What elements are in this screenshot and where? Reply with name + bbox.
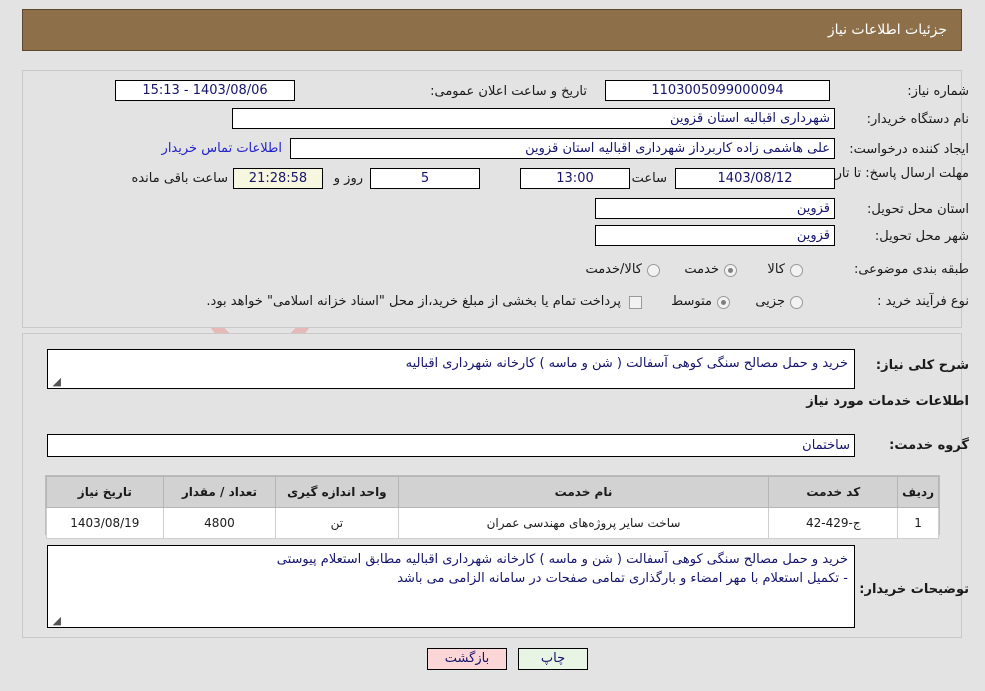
category-radio-kala-khedmat[interactable] xyxy=(647,264,660,277)
remaining-days-value: 5 xyxy=(370,168,480,189)
process-label-jozii: جزیی xyxy=(755,294,785,309)
need-number-label: شماره نیاز: xyxy=(907,84,969,99)
th-service-code: کد خدمت xyxy=(768,476,899,508)
cell-row-number: 1 xyxy=(897,507,939,539)
cell-service-code: ج-429-42 xyxy=(768,507,899,539)
category-label-kala: کالا xyxy=(767,262,785,277)
deadline-time-value: 13:00 xyxy=(520,168,630,189)
deadline-date-value: 1403/08/12 xyxy=(675,168,835,189)
announcement-datetime-label: تاریخ و ساعت اعلان عمومی: xyxy=(430,84,587,99)
category-label-kala-khedmat: کالا/خدمت xyxy=(585,262,642,277)
treasury-documents-checkbox[interactable] xyxy=(629,296,642,309)
th-need-date: تاریخ نیاز xyxy=(46,476,164,508)
buyer-notes-textarea[interactable]: خرید و حمل مصالح سنگی کوهی آسفالت ( شن و… xyxy=(47,545,855,628)
buyer-notes-line-1: خرید و حمل مصالح سنگی کوهی آسفالت ( شن و… xyxy=(276,552,848,567)
delivery-province-value: قزوین xyxy=(595,198,835,219)
page-header-bar: جزئیات اطلاعات نیاز xyxy=(22,9,962,51)
buyer-organization-value: شهرداری اقبالیه استان قزوین xyxy=(232,108,835,129)
cell-quantity: 4800 xyxy=(162,507,277,539)
category-label-khedmat: خدمت xyxy=(684,262,719,277)
requester-label: ایجاد کننده درخواست: xyxy=(849,142,969,157)
general-description-textarea[interactable]: خرید و حمل مصالح سنگی کوهی آسفالت ( شن و… xyxy=(47,349,855,389)
days-and-word-label: روز و xyxy=(333,171,363,186)
cell-unit: تن xyxy=(275,507,399,539)
treasury-documents-note: پرداخت تمام یا بخشی از مبلغ خرید،از محل … xyxy=(206,294,621,309)
buyer-notes-line-2: - تکمیل استعلام با مهر امضاء و بارگذاری … xyxy=(397,571,848,586)
announcement-datetime-value: 15:13 - 1403/08/06 xyxy=(115,80,295,101)
buyer-notes-label: توضیحات خریدار: xyxy=(859,582,969,597)
resize-grip-icon[interactable]: ◢ xyxy=(51,376,61,387)
buyer-contact-link[interactable]: اطلاعات تماس خریدار xyxy=(162,141,282,156)
service-group-value: ساختمان xyxy=(47,434,855,457)
page-title: جزئیات اطلاعات نیاز xyxy=(827,22,947,38)
process-label-motavaset: متوسط xyxy=(671,294,712,309)
hour-word-label: ساعت xyxy=(631,171,667,186)
back-button[interactable]: بازگشت xyxy=(427,648,507,670)
table-header-row: ردیف کد خدمت نام خدمت واحد اندازه گیری ت… xyxy=(46,476,939,508)
purchase-process-label: نوع فرآیند خرید : xyxy=(877,294,969,309)
buyer-organization-label: نام دستگاه خریدار: xyxy=(866,112,969,127)
process-radio-motavaset[interactable] xyxy=(717,296,730,309)
th-quantity: تعداد / مقدار xyxy=(162,476,277,508)
general-description-label: شرح کلی نیاز: xyxy=(875,358,969,373)
category-radio-kala[interactable] xyxy=(790,264,803,277)
th-unit: واحد اندازه گیری xyxy=(275,476,399,508)
process-radio-jozii[interactable] xyxy=(790,296,803,309)
requester-value: علی هاشمی زاده کاربرداز شهرداری اقبالیه … xyxy=(290,138,835,159)
response-deadline-label: مهلت ارسال پاسخ: تا تاریخ: xyxy=(819,166,969,181)
remaining-time-countdown: 21:28:58 xyxy=(233,168,323,189)
items-table: ردیف کد خدمت نام خدمت واحد اندازه گیری ت… xyxy=(46,476,939,539)
cell-need-date: 1403/08/19 xyxy=(46,507,164,539)
remaining-time-suffix-label: ساعت باقی مانده xyxy=(131,171,228,186)
th-row-number: ردیف xyxy=(897,476,939,508)
delivery-city-label: شهر محل تحویل: xyxy=(874,229,969,244)
table-row: 1 ج-429-42 ساخت سایر پروژه‌های مهندسی عم… xyxy=(46,507,939,539)
print-button[interactable]: چاپ xyxy=(518,648,588,670)
services-section-title: اطلاعات خدمات مورد نیاز xyxy=(806,394,969,409)
service-group-label: گروه خدمت: xyxy=(889,438,969,453)
delivery-city-value: قزوین xyxy=(595,225,835,246)
th-service-name: نام خدمت xyxy=(397,476,770,508)
general-description-value: خرید و حمل مصالح سنگی کوهی آسفالت ( شن و… xyxy=(405,356,848,371)
cell-service-name: ساخت سایر پروژه‌های مهندسی عمران xyxy=(397,507,770,539)
resize-grip-icon[interactable]: ◢ xyxy=(51,615,61,626)
category-radio-khedmat[interactable] xyxy=(724,264,737,277)
need-number-value: 1103005099000094 xyxy=(605,80,830,101)
delivery-province-label: استان محل تحویل: xyxy=(867,202,969,217)
subject-category-label: طبقه بندی موضوعی: xyxy=(853,262,969,277)
